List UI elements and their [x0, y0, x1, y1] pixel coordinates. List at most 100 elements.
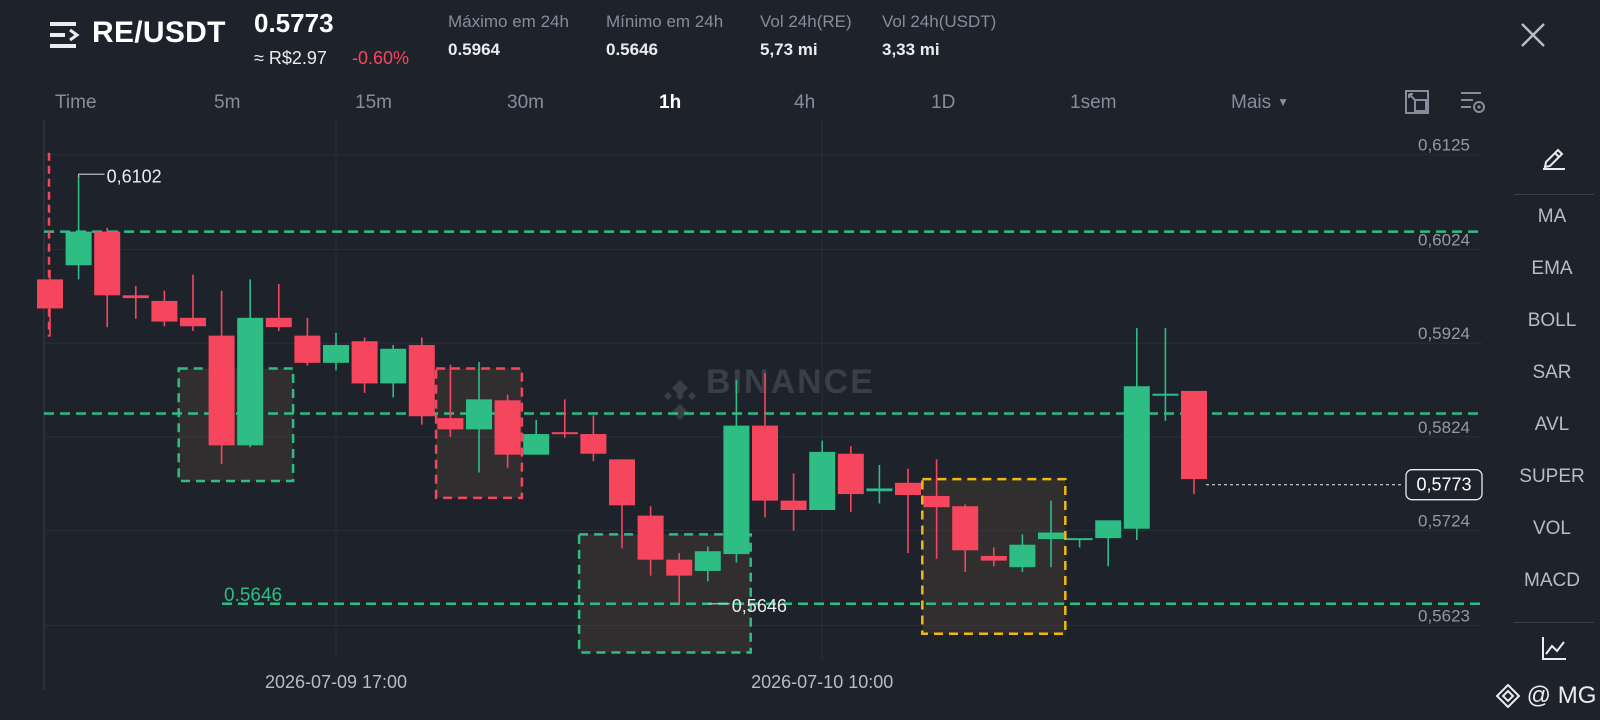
candle-up — [694, 551, 721, 571]
stat-value: 3,33 mi — [882, 40, 940, 59]
candle-down — [37, 279, 63, 309]
indicator-vol[interactable]: VOL — [1510, 518, 1594, 540]
candle-down — [351, 341, 378, 384]
candle-down — [294, 335, 321, 363]
support-line-label: 0.5646 — [224, 585, 282, 606]
candle-down — [437, 418, 464, 430]
x-tick-label: 2026-07-09 17:00 — [265, 672, 407, 692]
fiat-price: ≈ R$2.97 — [254, 48, 327, 68]
x-tick-label: 2026-07-10 10:00 — [751, 672, 893, 692]
high-marker-leader — [78, 173, 105, 178]
stat-value: 5,73 mi — [760, 40, 818, 59]
candle-down — [580, 434, 607, 454]
candle-down — [952, 506, 979, 551]
pencil-icon[interactable] — [1540, 142, 1568, 170]
candle-down — [265, 317, 292, 328]
candle-down — [609, 459, 635, 506]
candle-down — [408, 345, 435, 417]
y-tick-label: 0,6024 — [1418, 230, 1470, 249]
trading-pair[interactable]: RE/USDT — [92, 16, 226, 50]
high-marker-label: 0,6102 — [107, 166, 162, 186]
timeframe-tabs: Time 5m 15m 30m 1h 4h 1D 1sem Mais ▼ — [0, 88, 1600, 122]
candle-up — [1123, 386, 1150, 529]
candlestick-chart[interactable]: BINANCE 0,6125 0,6024 0,5924 0,5824 0,5724 0,… — [0, 120, 1600, 720]
tab-more-label: Mais — [1231, 92, 1272, 113]
y-tick-label: 0,5623 — [1418, 606, 1470, 625]
indicator-avl[interactable]: AVL — [1510, 414, 1594, 436]
tab-4h[interactable]: 4h — [794, 92, 815, 114]
tab-more[interactable]: Mais ▼ — [1231, 92, 1289, 114]
candle-up — [523, 434, 550, 455]
candle-down — [494, 400, 521, 455]
stat-24h-low: Mínimo em 24h 0.5646 — [606, 12, 723, 60]
tab-1h[interactable]: 1h — [659, 92, 681, 114]
candle-down — [1181, 390, 1207, 480]
binance-watermark: BINANCE — [664, 363, 875, 420]
candle-up — [323, 345, 349, 363]
candle-up — [65, 231, 92, 266]
tab-time[interactable]: Time — [55, 92, 97, 114]
menu-icon[interactable] — [50, 22, 80, 48]
indicator-ema[interactable]: EMA — [1510, 258, 1594, 280]
candle-down — [752, 425, 778, 501]
sidebar-divider — [1514, 622, 1594, 623]
tab-1d[interactable]: 1D — [931, 92, 955, 114]
candle-up — [1066, 538, 1093, 541]
candle-up — [723, 425, 750, 555]
candle-down — [923, 495, 950, 508]
tab-30m[interactable]: 30m — [507, 92, 544, 114]
candle-down — [208, 335, 235, 446]
line-chart-icon[interactable] — [1540, 634, 1568, 662]
tab-5m[interactable]: 5m — [214, 92, 240, 114]
candle-down — [666, 559, 693, 576]
price-change: -0.60% — [352, 48, 410, 68]
candle-down — [122, 295, 149, 299]
y-tick-label: 0,5724 — [1418, 512, 1470, 531]
stat-24h-vol-base: Vol 24h(RE) 5,73 mi — [760, 12, 852, 60]
close-icon[interactable] — [1520, 22, 1546, 48]
current-price-label: 0,5773 — [1416, 475, 1471, 495]
stat-value: 0.5646 — [606, 40, 658, 59]
candle-up — [237, 317, 264, 446]
indicator-macd[interactable]: MACD — [1510, 570, 1594, 592]
y-tick-label: 0,6125 — [1418, 136, 1470, 155]
caret-down-icon: ▼ — [1277, 95, 1290, 109]
tab-15m[interactable]: 15m — [355, 92, 392, 114]
indicator-ma[interactable]: MA — [1510, 206, 1594, 228]
candle-up — [380, 348, 407, 384]
low-marker-label: 0,5646 — [732, 596, 787, 616]
stat-label: Máximo em 24h — [448, 12, 569, 31]
indicator-boll[interactable]: BOLL — [1510, 310, 1594, 332]
y-tick-label: 0,5924 — [1418, 324, 1470, 343]
green-pattern-box — [177, 367, 295, 483]
stat-label: Vol 24h(RE) — [760, 12, 852, 31]
candle-down — [551, 432, 578, 435]
sidebar-divider — [1514, 194, 1594, 195]
candle-up — [1009, 544, 1036, 568]
stat-24h-vol-quote: Vol 24h(USDT) 3,33 mi — [882, 12, 996, 60]
chart-layout-icon[interactable] — [1403, 88, 1431, 116]
stat-label: Mínimo em 24h — [606, 12, 724, 31]
watermark-text: BINANCE — [706, 363, 875, 401]
candle-up — [809, 451, 836, 510]
candle-down — [637, 515, 664, 560]
candle-up — [1038, 532, 1064, 540]
stat-24h-high: Máximo em 24h 0.5964 — [448, 12, 569, 60]
candle-up — [1095, 520, 1122, 539]
chart-settings-icon[interactable] — [1459, 88, 1487, 116]
indicator-sar[interactable]: SAR — [1510, 362, 1594, 384]
candle-down — [94, 231, 121, 296]
candle-down — [895, 482, 921, 495]
author-tag-text: @ MG — [1526, 682, 1597, 709]
stat-label: Vol 24h(USDT) — [882, 12, 997, 31]
candle-up — [466, 399, 492, 430]
price-chart-svg[interactable]: BINANCE 0,6125 0,6024 0,5924 0,5824 0,5724 0,… — [0, 120, 1500, 720]
candle-down — [780, 500, 807, 510]
last-price: 0.5773 — [254, 8, 334, 38]
stat-value: 0.5964 — [448, 40, 500, 59]
tab-1w[interactable]: 1sem — [1070, 92, 1116, 114]
indicator-sidebar: MA EMA BOLL SAR AVL SUPER VOL MACD — [1510, 120, 1600, 720]
indicator-super[interactable]: SUPER — [1510, 466, 1594, 488]
market-header: RE/USDT 0.5773 ≈ R$2.97 -0.60% Máximo em… — [0, 0, 1600, 86]
candle-up — [1152, 393, 1179, 396]
